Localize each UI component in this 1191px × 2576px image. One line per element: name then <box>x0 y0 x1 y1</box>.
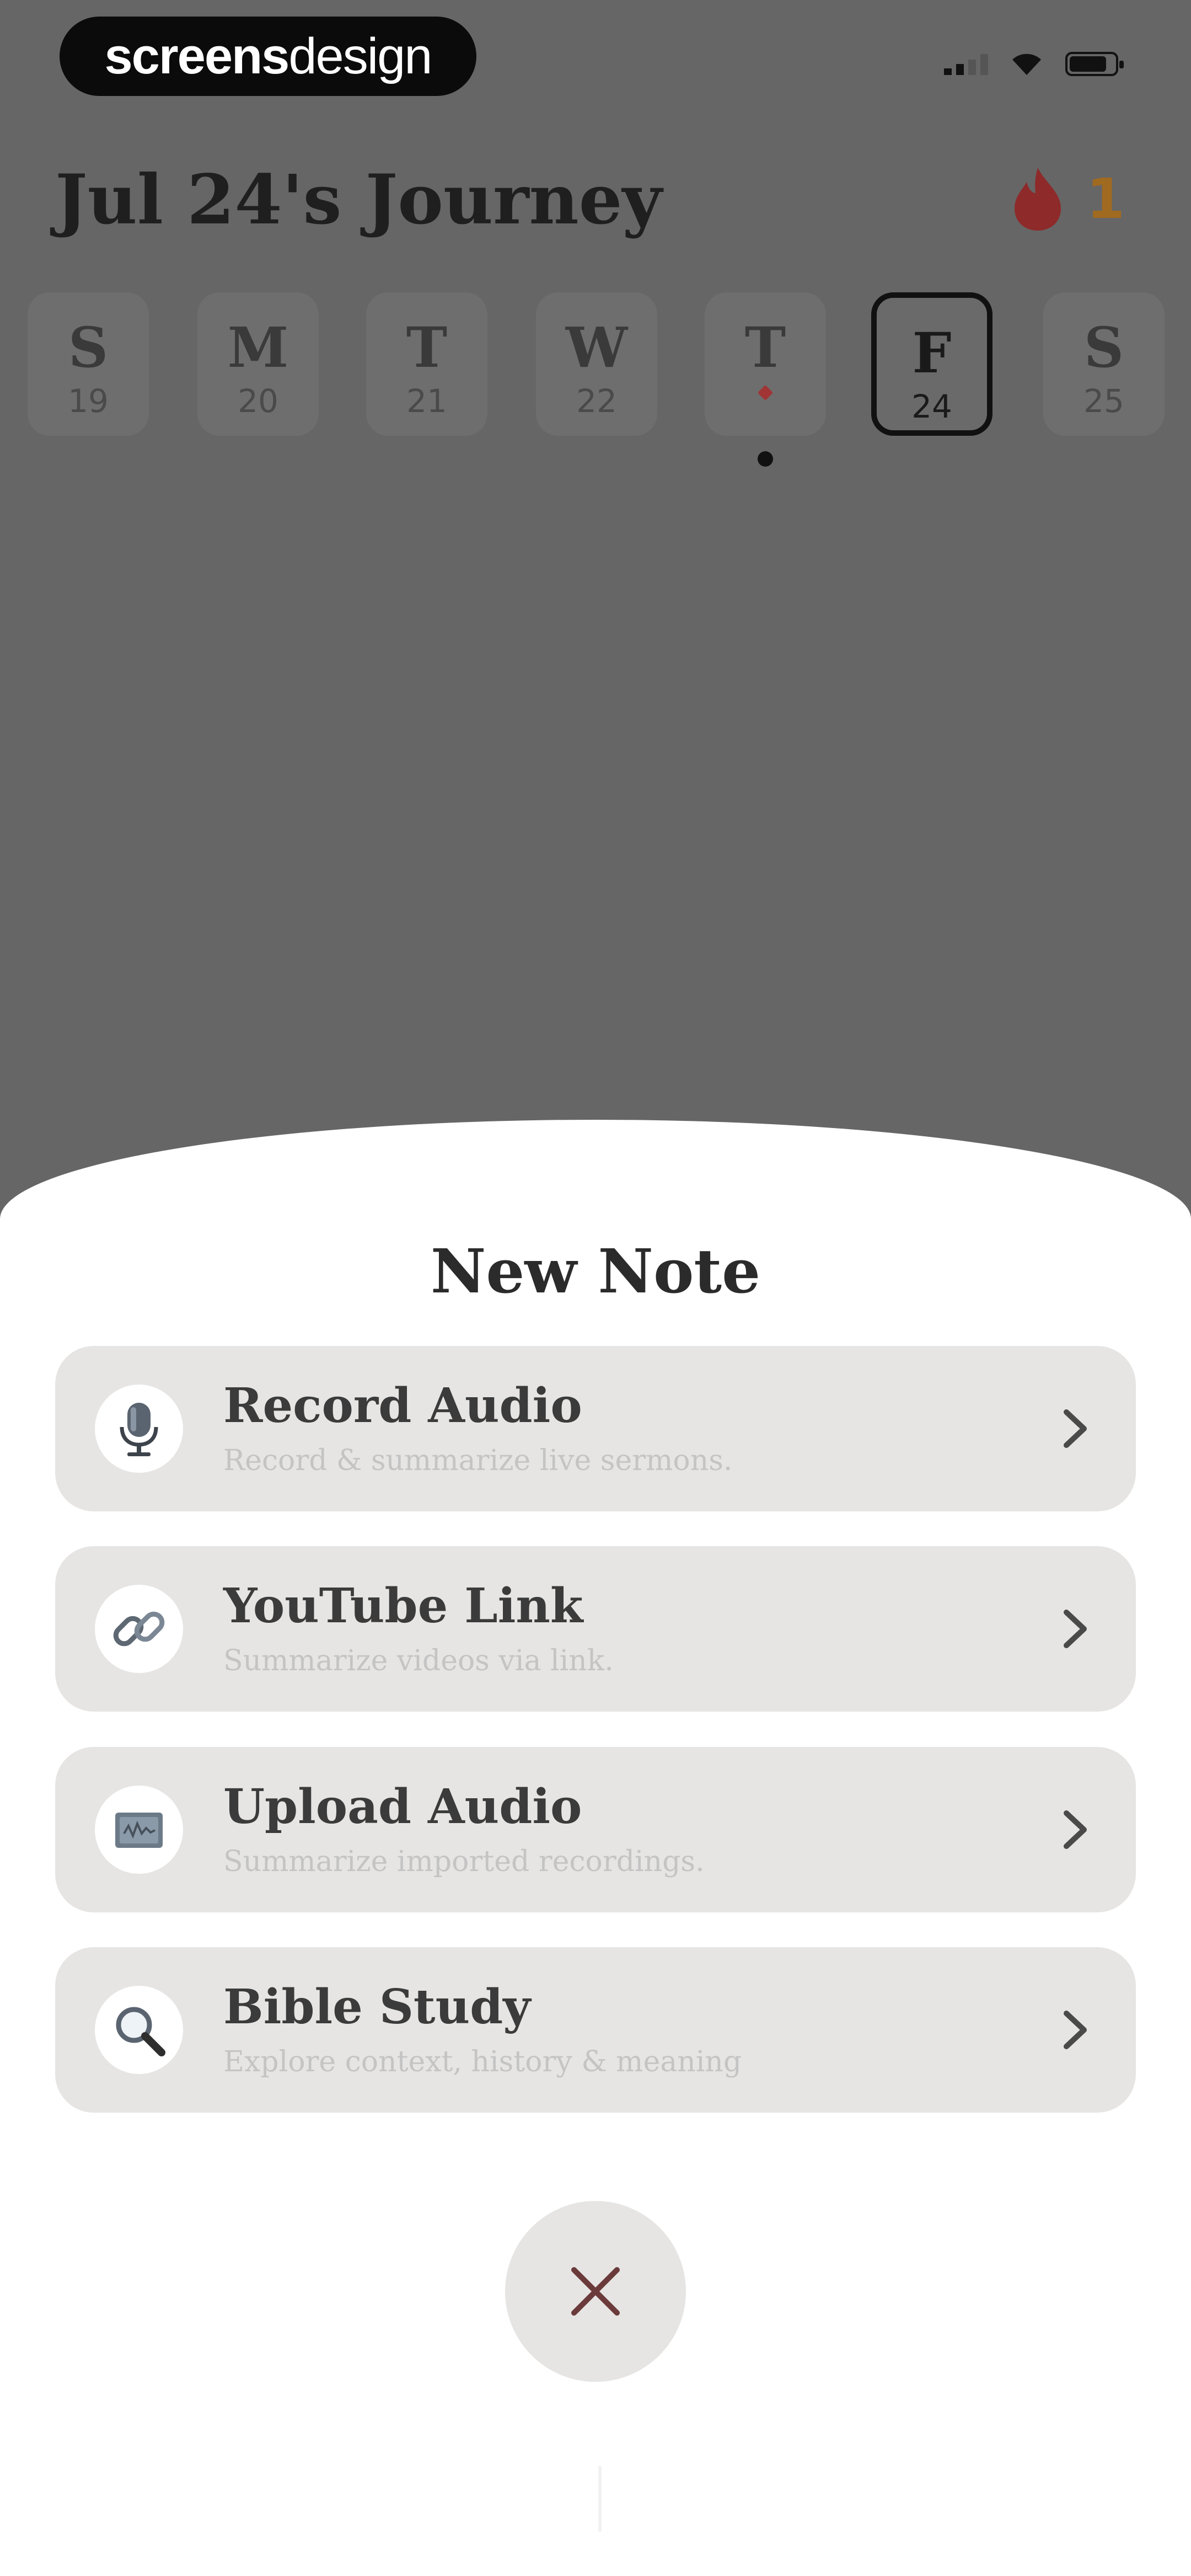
day-date: 21 <box>406 382 447 420</box>
brand-logo-light: design <box>288 28 432 84</box>
day-letter: T <box>744 315 786 380</box>
day-letter: S <box>68 315 109 380</box>
streak-indicator[interactable]: 1 <box>1011 165 1125 232</box>
brand-logo: screensdesign <box>60 17 476 96</box>
day-date: 20 <box>238 382 278 420</box>
option-subtitle: Explore context, history & meaning <box>223 2045 742 2078</box>
streak-count: 1 <box>1086 166 1125 231</box>
day-monday[interactable]: M 20 <box>197 292 319 436</box>
option-subtitle: Record & summarize live sermons. <box>223 1444 733 1477</box>
day-friday-selected[interactable]: F 24 <box>871 292 993 436</box>
brand-logo-bold: screens <box>104 28 290 84</box>
entry-marker-icon <box>757 384 774 401</box>
day-saturday[interactable]: S 25 <box>1043 292 1165 436</box>
day-tuesday[interactable]: T 21 <box>366 292 487 436</box>
new-note-sheet: New Note Record Audio Record & summarize… <box>0 1120 1191 2576</box>
bible-study-option[interactable]: Bible Study Explore context, history & m… <box>55 1947 1136 2113</box>
youtube-link-option[interactable]: YouTube Link Summarize videos via link. <box>55 1546 1136 1712</box>
chevron-right-icon <box>1064 1409 1087 1448</box>
option-subtitle: Summarize videos via link. <box>223 1644 614 1677</box>
today-dot <box>758 451 773 467</box>
day-letter: W <box>565 315 628 380</box>
status-bar <box>944 51 1124 77</box>
option-title: Bible Study <box>223 1979 531 2035</box>
screen: screensdesign Jul 24's Journey 1 S 19 M … <box>0 0 1191 2576</box>
upload-audio-option[interactable]: Upload Audio Summarize imported recordin… <box>55 1747 1136 1912</box>
option-title: Record Audio <box>223 1378 582 1434</box>
day-sunday[interactable]: S 19 <box>28 292 149 436</box>
day-date: 25 <box>1083 382 1124 420</box>
cellular-signal-icon <box>944 53 988 75</box>
day-date: 19 <box>68 382 109 420</box>
chevron-right-icon <box>1064 1610 1087 1648</box>
day-letter: F <box>912 320 952 386</box>
option-subtitle: Summarize imported recordings. <box>223 1845 705 1878</box>
record-audio-option[interactable]: Record Audio Record & summarize live ser… <box>55 1346 1136 1511</box>
flame-icon <box>1015 168 1061 231</box>
day-wednesday[interactable]: W 22 <box>536 292 657 436</box>
day-letter: S <box>1083 315 1124 380</box>
day-date: 24 <box>911 388 952 425</box>
magnifying-glass-icon <box>95 1986 183 2074</box>
day-date: 22 <box>576 382 617 420</box>
home-indicator <box>598 2466 602 2532</box>
sheet-title: New Note <box>430 1236 761 1307</box>
close-icon <box>571 2267 620 2316</box>
day-thursday[interactable]: T <box>705 292 826 467</box>
chevron-right-icon <box>1064 2011 1087 2049</box>
page-title: Jul 24's Journey <box>55 160 662 240</box>
option-title: YouTube Link <box>223 1578 583 1634</box>
close-button[interactable] <box>505 2201 686 2382</box>
day-letter: M <box>227 315 289 380</box>
audio-file-icon <box>95 1786 183 1874</box>
chevron-right-icon <box>1064 1810 1087 1849</box>
battery-icon <box>1065 52 1124 76</box>
week-strip: S 19 M 20 T 21 W 22 T F 24 S 25 <box>0 292 1191 467</box>
day-letter: T <box>406 315 448 380</box>
link-icon <box>95 1585 183 1673</box>
wifi-icon <box>1012 54 1041 75</box>
microphone-icon <box>95 1385 183 1473</box>
option-title: Upload Audio <box>223 1779 582 1835</box>
